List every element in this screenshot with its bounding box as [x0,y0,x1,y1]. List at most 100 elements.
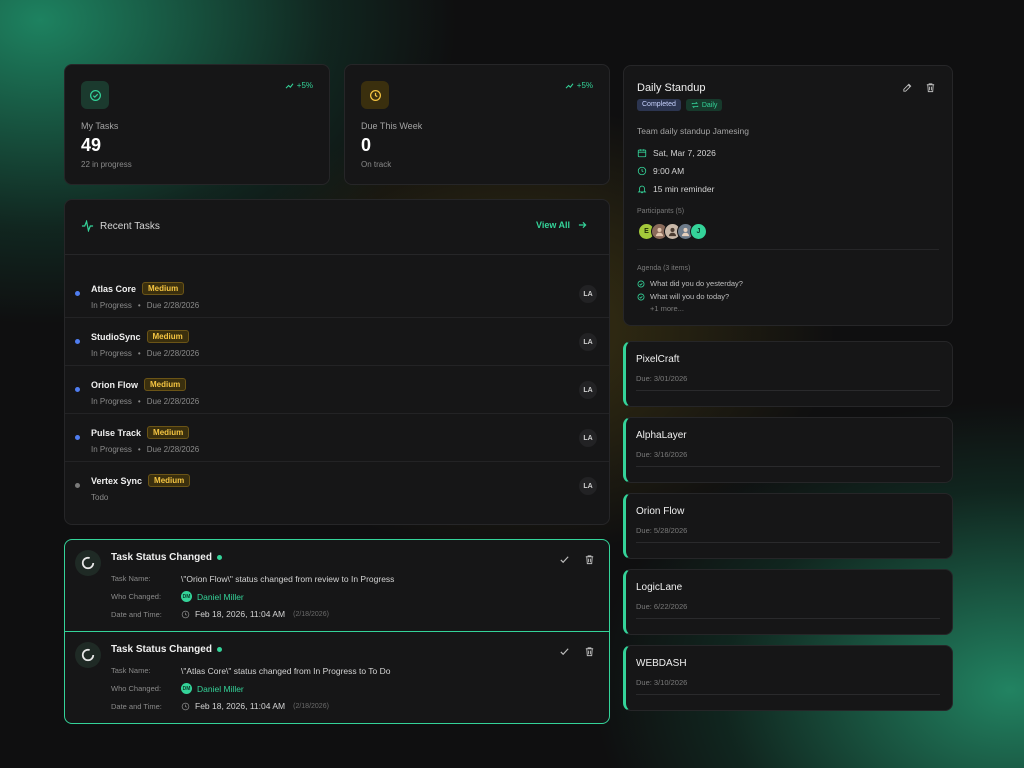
task-change-text: \"Atlas Core\" status changed from In Pr… [181,666,391,676]
agenda-label: Agenda (3 items) [637,265,691,272]
clock-icon [637,166,647,176]
who-changed[interactable]: DM Daniel Miller [181,683,244,694]
notification-item[interactable]: Task Status Changed Task Name: \"Orion F… [65,540,609,632]
standup-reminder: 15 min reminder [637,184,714,194]
project-name: Orion Flow [636,506,685,517]
project-card[interactable]: Orion Flow Due: 5/28/2026 [623,493,953,559]
recurrence-badge: Daily [685,99,723,111]
date-time: Feb 18, 2026, 11:04 AM (2/18/2026) [181,701,329,711]
check-icon[interactable] [559,646,570,657]
project-card[interactable]: LogicLane Due: 6/22/2026 [623,569,953,635]
task-status: In Progress [91,445,132,454]
field-label: Date and Time: [111,610,162,619]
field-label: Who Changed: [111,592,162,601]
unread-dot [216,555,222,560]
bell-icon [637,185,647,194]
stat-label: My Tasks [81,121,119,131]
project-due: Due: 6/22/2026 [636,602,688,611]
priority-badge: Medium [142,282,185,295]
date-value: Sat, Mar 7, 2026 [653,148,716,158]
stat-card-due-this-week[interactable]: +5% Due This Week 0 On track [344,64,610,185]
field-label: Date and Time: [111,702,162,711]
time-value: 9:00 AM [653,166,685,176]
avatar[interactable]: LA [579,477,597,495]
agenda-more[interactable]: +1 more... [650,304,684,313]
project-name: AlphaLayer [636,430,687,441]
avatar[interactable]: LA [579,285,597,303]
task-row[interactable]: Orion Flow Medium In Progress • Due 2/28/20… [65,366,609,414]
date-short: (2/18/2026) [293,610,329,618]
task-change-value: \"Orion Flow\" status changed from revie… [181,574,395,584]
avatar[interactable]: J [690,223,707,240]
project-due: Due: 3/10/2026 [636,678,688,687]
divider [636,694,940,695]
project-card[interactable]: AlphaLayer Due: 3/16/2026 [623,417,953,483]
avatar[interactable]: LA [579,429,597,447]
agenda-text: What did you do yesterday? [650,279,743,288]
task-change-text: \"Orion Flow\" status changed from revie… [181,574,394,584]
task-name: Vertex Sync [91,476,143,486]
task-row[interactable]: Vertex Sync Medium Todo LA [65,462,609,510]
priority-badge: Medium [148,474,191,487]
task-title: Orion Flow Medium [91,378,187,391]
standup-badges: Completed Daily [637,99,723,111]
task-status: Todo [91,493,109,502]
loader-icon [75,642,101,668]
separator-dot: • [137,397,141,406]
divider [65,254,609,255]
task-title: Pulse Track Medium [91,426,190,439]
task-due: Due 2/28/2026 [146,397,200,406]
project-card[interactable]: PixelCraft Due: 3/01/2026 [623,341,953,407]
project-name: WEBDASH [636,658,687,669]
status-dot [75,483,80,488]
edit-icon[interactable] [902,82,913,93]
separator-dot: • [137,445,141,454]
check-icon[interactable] [559,554,570,565]
project-name: LogicLane [636,582,683,593]
trend-up-icon [285,83,294,89]
who-changed[interactable]: DM Daniel Miller [181,591,244,602]
task-meta: In Progress • Due 2/28/2026 [91,301,199,310]
task-row[interactable]: StudioSync Medium In Progress • Due 2/28/20… [65,318,609,366]
task-name: Orion Flow [91,380,138,390]
notification-title-text: Task Status Changed [111,552,212,563]
status-badge: Completed [637,99,681,111]
trash-icon[interactable] [584,646,595,657]
view-all-label: View All [535,220,570,230]
stat-label: Due This Week [361,121,423,131]
task-name: Pulse Track [91,428,142,438]
task-due: Due 2/28/2026 [146,301,200,310]
field-label: Task Name: [111,574,151,583]
field-label: Task Name: [111,666,151,675]
status-dot [75,291,80,296]
project-name: PixelCraft [636,354,680,365]
priority-badge: Medium [147,426,190,439]
task-name: StudioSync [91,332,141,342]
stat-card-my-tasks[interactable]: +5% My Tasks 49 22 in progress [64,64,330,185]
standup-title: Daily Standup [637,82,706,94]
standup-card[interactable]: Daily Standup Completed Daily Team daily… [623,65,953,326]
user-name: Daniel Miller [197,591,244,602]
divider [636,390,940,391]
task-status: In Progress [91,349,132,358]
avatar: DM [181,683,192,694]
agenda-item: What did you do yesterday? [637,279,743,288]
agenda-text: What will you do today? [650,292,730,301]
check-circle-icon [637,293,645,300]
stat-value: 49 [81,135,102,155]
task-due: Due 2/28/2026 [146,445,200,454]
separator-dot: • [137,301,141,310]
view-all-link[interactable]: View All [536,220,587,230]
notification-actions [559,646,595,657]
task-row[interactable]: Atlas Core Medium In Progress • Due 2/28/20… [65,270,609,318]
priority-badge: Medium [146,330,189,343]
avatar[interactable]: LA [579,333,597,351]
project-due: Due: 3/01/2026 [636,374,688,383]
avatar[interactable]: LA [579,381,597,399]
notification-item[interactable]: Task Status Changed Task Name: \"Atlas C… [65,632,609,724]
task-row[interactable]: Pulse Track Medium In Progress • Due 2/28/2… [65,414,609,462]
trash-icon[interactable] [584,554,595,565]
recent-tasks-panel: Recent Tasks View All Atlas Core Medium I… [64,199,610,525]
project-card[interactable]: WEBDASH Due: 3/10/2026 [623,645,953,711]
trash-icon[interactable] [925,82,936,93]
